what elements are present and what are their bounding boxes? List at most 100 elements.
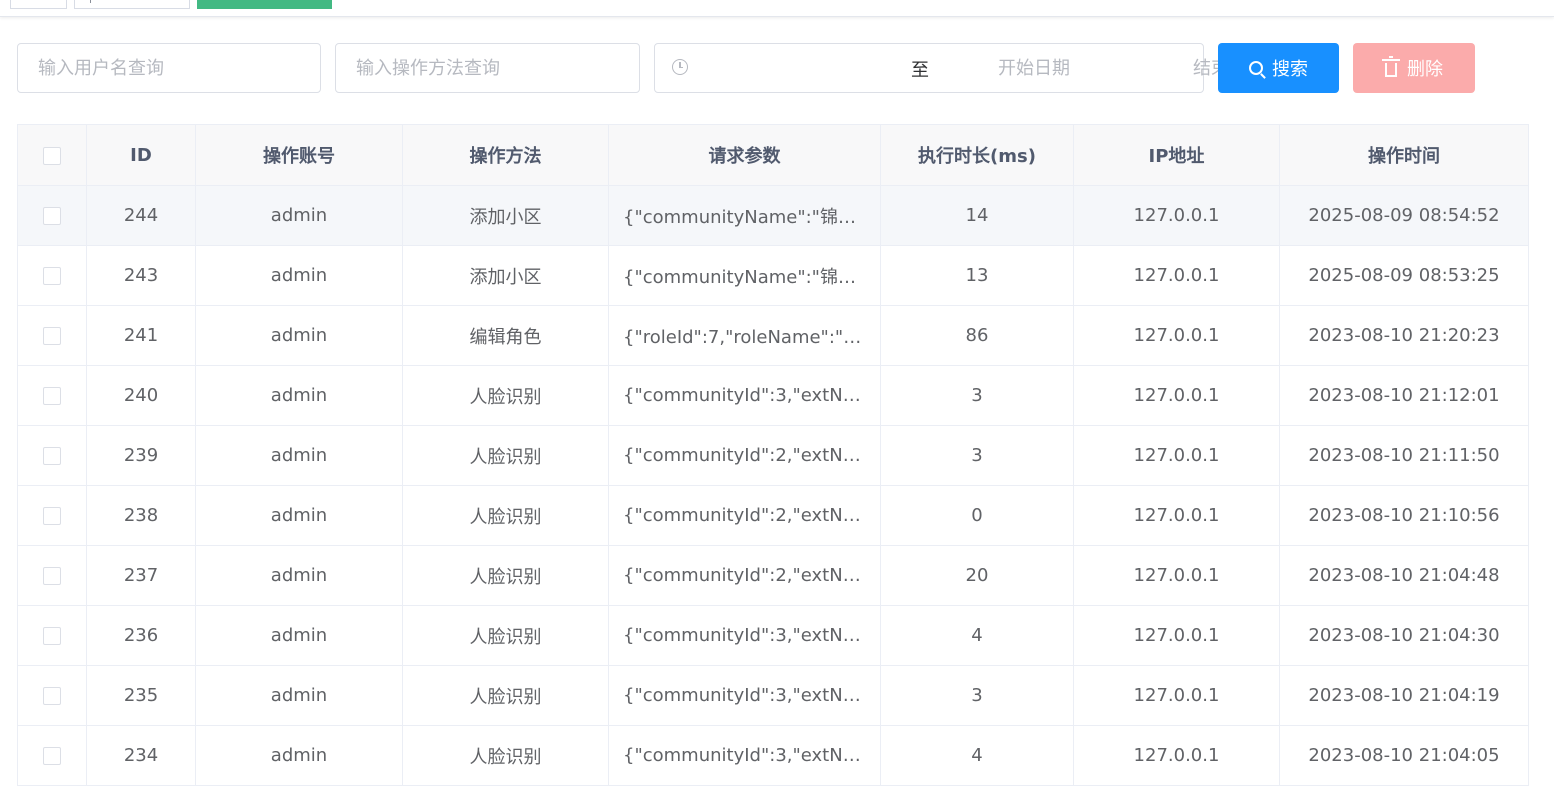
cell-time: 2023-08-10 21:04:19 (1279, 665, 1529, 726)
cell-method: 人脸识别 (402, 365, 609, 426)
cell-method: 人脸识别 (402, 605, 609, 666)
cell-id: 236 (86, 605, 196, 666)
cell-duration: 20 (880, 545, 1074, 606)
method-search-field[interactable] (335, 43, 640, 93)
date-range-picker[interactable]: 至 (654, 43, 1503, 93)
search-button[interactable]: 搜索 (1218, 43, 1339, 93)
cell-method: 编辑角色 (402, 305, 609, 366)
cell-duration: 86 (880, 305, 1074, 366)
cell-time: 2023-08-10 21:04:48 (1279, 545, 1529, 606)
cell-method: 人脸识别 (402, 425, 609, 486)
cell-id: 241 (86, 305, 196, 366)
table-row[interactable]: 241 admin 编辑角色 {"roleId":7,"roleName":"普… (17, 305, 1529, 366)
column-header-time: 操作时间 (1279, 124, 1529, 186)
cell-params: {"communityName":"锦绣… (608, 245, 881, 306)
cell-params: {"communityId":3,"extNa… (608, 365, 881, 426)
tag-tab[interactable] (10, 0, 67, 9)
cell-ip: 127.0.0.1 (1073, 425, 1280, 486)
row-checkbox[interactable] (43, 567, 61, 585)
cell-ip: 127.0.0.1 (1073, 665, 1280, 726)
table-row[interactable]: 244 admin 添加小区 {"communityName":"锦绣… 14 … (17, 185, 1529, 246)
cell-id: 244 (86, 185, 196, 246)
cell-ip: 127.0.0.1 (1073, 545, 1280, 606)
username-search-field[interactable] (17, 43, 321, 93)
row-select-cell (17, 425, 87, 486)
column-header-duration: 执行时长(ms) (880, 124, 1074, 186)
tags-view-bar (0, 0, 1554, 17)
cell-id: 239 (86, 425, 196, 486)
row-select-cell (17, 665, 87, 726)
cell-id: 243 (86, 245, 196, 306)
select-all-checkbox[interactable] (43, 146, 61, 165)
cell-time: 2023-08-10 21:04:30 (1279, 605, 1529, 666)
select-all-cell (17, 124, 87, 186)
table-row[interactable]: 236 admin 人脸识别 {"communityId":3,"extNa… … (17, 605, 1529, 666)
table-header-row: ID 操作账号 操作方法 请求参数 执行时长(ms) IP地址 操作时间 (17, 124, 1529, 186)
row-select-cell (17, 605, 87, 666)
row-checkbox[interactable] (43, 387, 61, 405)
cell-ip: 127.0.0.1 (1073, 485, 1280, 546)
cell-id: 234 (86, 725, 196, 786)
tag-tab-active[interactable] (197, 0, 332, 9)
row-checkbox[interactable] (43, 687, 61, 705)
cell-method: 添加小区 (402, 245, 609, 306)
row-checkbox[interactable] (43, 207, 61, 225)
cell-params: {"communityId":2,"extNa… (608, 425, 881, 486)
cell-ip: 127.0.0.1 (1073, 305, 1280, 366)
delete-button[interactable]: 删除 (1353, 43, 1475, 93)
username-search-input[interactable] (18, 44, 320, 92)
cell-time: 2023-08-10 21:11:50 (1279, 425, 1529, 486)
row-checkbox[interactable] (43, 267, 61, 285)
row-checkbox[interactable] (43, 627, 61, 645)
row-select-cell (17, 545, 87, 606)
column-header-id: ID (86, 124, 196, 186)
cell-duration: 3 (880, 425, 1074, 486)
delete-button-label: 删除 (1407, 59, 1443, 80)
cell-time: 2025-08-09 08:53:25 (1279, 245, 1529, 306)
cell-account: admin (195, 425, 403, 486)
table-row[interactable]: 243 admin 添加小区 {"communityName":"锦绣… 13 … (17, 245, 1529, 306)
cell-method: 添加小区 (402, 185, 609, 246)
tag-tab[interactable] (74, 0, 190, 9)
column-header-method: 操作方法 (402, 124, 609, 186)
row-checkbox[interactable] (43, 447, 61, 465)
row-select-cell (17, 305, 87, 366)
row-select-cell (17, 485, 87, 546)
table-row[interactable]: 237 admin 人脸识别 {"communityId":2,"extNa… … (17, 545, 1529, 606)
cell-duration: 0 (880, 485, 1074, 546)
cell-time: 2023-08-10 21:20:23 (1279, 305, 1529, 366)
column-header-ip: IP地址 (1073, 124, 1280, 186)
cell-params: {"communityId":3,"extNa… (608, 665, 881, 726)
table-row[interactable]: 234 admin 人脸识别 {"communityId":3,"extNa… … (17, 725, 1529, 786)
trash-icon (1382, 56, 1400, 77)
cell-account: admin (195, 245, 403, 306)
cell-ip: 127.0.0.1 (1073, 185, 1280, 246)
cell-params: {"roleId":7,"roleName":"普… (608, 305, 881, 366)
table-row[interactable]: 238 admin 人脸识别 {"communityId":2,"extNa… … (17, 485, 1529, 546)
date-range-separator: 至 (911, 60, 929, 81)
cell-method: 人脸识别 (402, 545, 609, 606)
search-icon (1249, 61, 1263, 75)
cell-params: {"communityId":2,"extNa… (608, 545, 881, 606)
cell-ip: 127.0.0.1 (1073, 605, 1280, 666)
table-row[interactable]: 240 admin 人脸识别 {"communityId":3,"extNa… … (17, 365, 1529, 426)
cell-method: 人脸识别 (402, 485, 609, 546)
row-select-cell (17, 245, 87, 306)
cell-account: admin (195, 665, 403, 726)
method-search-input[interactable] (336, 44, 639, 92)
row-checkbox[interactable] (43, 327, 61, 345)
cell-duration: 4 (880, 605, 1074, 666)
row-checkbox[interactable] (43, 747, 61, 765)
table-row[interactable]: 239 admin 人脸识别 {"communityId":2,"extNa… … (17, 425, 1529, 486)
clock-icon (672, 59, 688, 75)
operation-log-table: ID 操作账号 操作方法 请求参数 执行时长(ms) IP地址 操作时间 244… (17, 124, 1529, 786)
cell-duration: 14 (880, 185, 1074, 246)
row-checkbox[interactable] (43, 507, 61, 525)
cell-ip: 127.0.0.1 (1073, 725, 1280, 786)
cell-account: admin (195, 605, 403, 666)
cell-time: 2023-08-10 21:10:56 (1279, 485, 1529, 546)
table-row[interactable]: 235 admin 人脸识别 {"communityId":3,"extNa… … (17, 665, 1529, 726)
cell-ip: 127.0.0.1 (1073, 245, 1280, 306)
cell-ip: 127.0.0.1 (1073, 365, 1280, 426)
cell-id: 237 (86, 545, 196, 606)
